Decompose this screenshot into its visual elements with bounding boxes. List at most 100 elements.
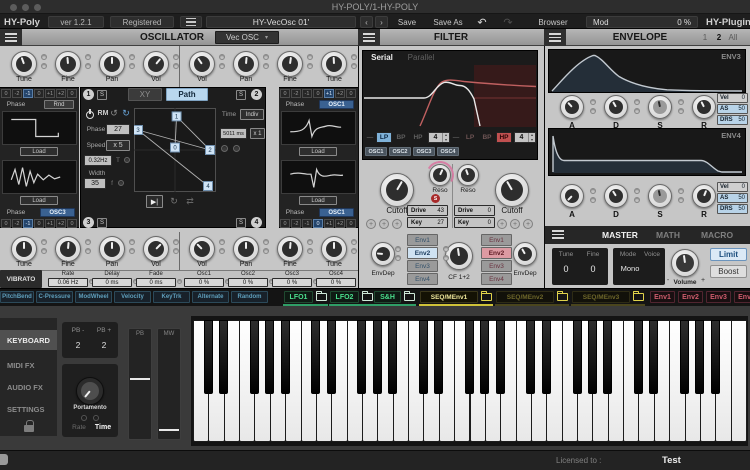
save-button[interactable]: Save [392,16,422,28]
osc1-oct-2[interactable]: -1 [23,89,33,98]
filter2-envdep-knob[interactable] [513,242,537,266]
osc1-oct-4[interactable]: +1 [45,89,55,98]
filter-osc-enable-osc3[interactable]: OSC3 [413,147,435,156]
mod-slot[interactable] [307,248,313,254]
osc-knob-tune-bottom[interactable] [11,236,37,262]
master-tune-value[interactable]: 0 [563,264,568,274]
mod-slot[interactable] [351,239,357,245]
mod-slot[interactable] [307,239,313,245]
envelope-page-1[interactable]: 1 [703,33,707,42]
tempo-sync-toggle[interactable]: T [116,157,120,164]
vector-play-direction-button[interactable]: ▶| [146,195,163,208]
vibrato-rate-value[interactable]: 0.06 Hz [48,278,88,287]
mod-slot[interactable] [351,63,357,69]
piano-black-key[interactable] [465,320,474,394]
mod-slot[interactable] [219,63,225,69]
mod-target-slot[interactable]: + [523,219,533,229]
osc1-oct-5[interactable]: +2 [56,89,66,98]
osc2-phase-link-badge[interactable]: OSC1 [319,100,354,109]
filter2-reso-knob[interactable] [457,164,479,186]
osc3-load-button[interactable]: Load [20,196,58,205]
env-env4-knob-r[interactable] [692,184,716,208]
env-env4-knob-s[interactable] [648,184,672,208]
filter1-env-env4[interactable]: Env4 [407,273,438,285]
mod-slot[interactable] [85,54,91,60]
env-env4-knob-d[interactable] [604,184,628,208]
env-env3-vel[interactable]: Vel 0 [717,93,748,103]
master-limit-button[interactable]: Limit [710,248,747,261]
osc1-rnd-button[interactable]: Rnd [44,100,74,109]
env-env4-knob-a[interactable] [560,184,584,208]
main-menu-button[interactable] [180,16,202,28]
mod-slot[interactable] [41,248,47,254]
filter2-env-env4[interactable]: Env4 [481,273,512,285]
filter2-cutoff-knob[interactable] [495,173,529,207]
mod-target-slot[interactable]: + [366,219,376,229]
osc1-wave-display[interactable] [2,111,77,145]
env-env4-vel[interactable]: Vel 0 [717,182,748,192]
osc3-oct-1[interactable]: -2 [12,219,22,228]
piano-black-key[interactable] [434,320,444,394]
vibrato-fade-value[interactable]: 0 ms [136,278,176,287]
mod-source-velocity[interactable]: Velocity [114,291,151,303]
mod-slot[interactable] [634,197,640,203]
osc-knob-pan-top[interactable] [233,51,259,77]
filter1-envdep-knob[interactable] [371,242,395,266]
osc-knob-fine-top[interactable] [55,51,81,77]
mod-slot[interactable] [118,180,124,186]
master-menu-icon[interactable] [547,226,569,243]
folder-icon[interactable] [404,291,415,301]
envelope-page-2[interactable]: 2 [717,33,721,42]
mod-slot[interactable] [221,145,228,152]
osc-knob-tune-bottom[interactable] [321,236,347,262]
mod-slot[interactable] [351,248,357,254]
vibrato-delay-value[interactable]: 0 ms [92,278,132,287]
mod-source-random[interactable]: Random [231,291,268,303]
filter-cf-knob[interactable] [445,242,473,270]
save-as-button[interactable]: Save As [426,16,470,28]
mod-slot[interactable] [263,248,269,254]
osc4-phase-link-badge[interactable]: OSC1 [319,208,354,217]
osc-knob-vol-bottom[interactable] [143,236,169,262]
osc2-wave-display[interactable] [281,111,356,145]
filter1-env-env2[interactable]: Env2 [407,247,438,259]
mod-slot[interactable] [678,197,684,203]
mod-tab-env3[interactable]: Env3 [706,291,731,303]
osc1-oct-6[interactable]: 0 [67,89,77,98]
mod-slot[interactable] [233,145,240,152]
mod-slot[interactable] [678,188,684,194]
mod-tab-lfo2[interactable]: LFO2 [330,291,359,303]
filter1-env-env3[interactable]: Env3 [407,260,438,272]
osc2-oct-1[interactable]: -2 [291,89,301,98]
mod-slot[interactable] [307,63,313,69]
filter1-key-value[interactable]: Key 27 [407,217,448,228]
osc-knob-pan-top[interactable] [99,51,125,77]
piano-black-key[interactable] [495,320,505,394]
piano-black-key[interactable] [418,320,428,394]
mod-tab-env2[interactable]: Env2 [678,291,703,303]
mod-source-pitchbend[interactable]: PitchBend [0,291,34,303]
mod-slot[interactable] [177,279,182,284]
osc4-oct-1[interactable]: -2 [291,219,301,228]
filter1-env-env1[interactable]: Env1 [407,234,438,246]
folder-icon[interactable] [633,291,644,301]
mod-source-keytrk[interactable]: KeyTrk [153,291,190,303]
filter2-key-value[interactable]: Key 0 [454,217,495,228]
osc-knob-vol-top[interactable] [143,51,169,77]
osc2-oct-4[interactable]: +1 [324,89,334,98]
vector-phase-value[interactable]: 27 [106,124,130,135]
osc-knob-vol-bottom[interactable] [189,236,215,262]
pb-slider-handle[interactable] [130,378,150,380]
vibrato-osc1-value[interactable]: 0 % [184,278,224,287]
filter1-type-—[interactable]: — [367,134,374,141]
osc-knob-pan-bottom[interactable] [233,236,259,262]
piano-black-key[interactable] [326,320,336,394]
mod-slot[interactable] [263,239,269,245]
osc-knob-fine-bottom[interactable] [277,236,303,262]
mod-slot[interactable] [85,239,91,245]
folder-icon[interactable] [481,291,492,301]
piano-black-key[interactable] [572,320,582,394]
osc4-oct-2[interactable]: -1 [302,219,312,228]
osc2-oct-2[interactable]: -1 [302,89,312,98]
vector-time-value[interactable]: 5011 ms [220,128,247,139]
